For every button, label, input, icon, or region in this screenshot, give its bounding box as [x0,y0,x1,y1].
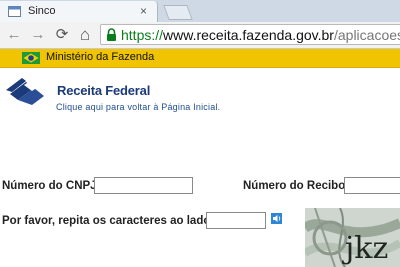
tab-title: Sinco [28,5,56,17]
forward-icon[interactable]: → [30,27,46,43]
recibo-label: Número do Recibo: [243,180,350,192]
reload-icon[interactable]: ⟳ [54,27,70,43]
url-text: https://www.receita.fazenda.gov.br/aplic… [121,26,400,44]
receita-federal-logo-text: Receita Federal [57,83,151,98]
url-host: www.receita.fazenda.gov.br [163,27,334,43]
url-path: /aplicacoes/ssl/a [333,27,400,43]
tab-close-icon[interactable]: × [140,4,147,18]
new-tab-button[interactable] [163,5,193,20]
home-page-link[interactable]: Clique aqui para voltar à Página Inicial… [56,102,220,112]
page-content: Receita Federal Clique aqui para voltar … [0,68,400,267]
url-scheme: https:// [121,27,164,43]
captcha-label: Por favor, repita os caracteres ao lado: [2,215,215,227]
receita-federal-logo-icon [6,78,44,105]
audio-captcha-icon[interactable] [271,213,282,224]
captcha-input[interactable] [206,212,266,229]
cnpj-label: Número do CNPJ: [2,180,101,192]
bookmarks-bar: Ministério da Fazenda [0,49,400,68]
cnpj-input[interactable] [94,177,193,194]
browser-tab[interactable]: Sinco × [0,1,158,22]
page-favicon-icon [8,6,21,17]
secure-lock-icon [107,28,116,41]
bookmark-ministerio-fazenda[interactable]: Ministério da Fazenda [46,51,154,63]
captcha-image: jkz [305,208,400,267]
back-icon[interactable]: ← [6,27,22,43]
captcha-text: jkz [342,231,388,266]
browser-window: Sinco × ← → ⟳ ⌂ https://www.receita.faze… [0,0,400,267]
home-icon[interactable]: ⌂ [77,26,93,43]
captcha-graphic: jkz [305,208,400,267]
recibo-input[interactable] [344,177,400,194]
address-bar[interactable]: https://www.receita.fazenda.gov.br/aplic… [100,24,400,45]
tab-strip: Sinco × [0,0,400,22]
brazil-flag-icon [22,52,40,64]
browser-toolbar: ← → ⟳ ⌂ https://www.receita.fazenda.gov.… [0,22,400,49]
